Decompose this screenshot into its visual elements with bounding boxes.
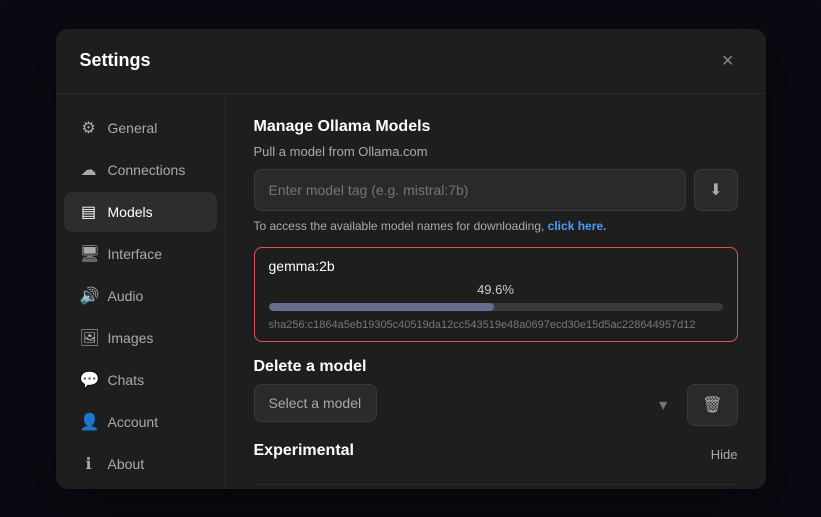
delete-title: Delete a model [254,358,738,376]
sidebar-label-account: Account [108,414,159,430]
main-content: Manage Ollama Models Pull a model from O… [226,94,766,489]
sidebar-label-audio: Audio [108,288,144,304]
download-icon: ⬇ [709,180,722,200]
sidebar-item-general[interactable]: ⚙ General [64,108,217,148]
sidebar-item-chats[interactable]: 💬 Chats [64,360,217,400]
modal-header: Settings × [56,29,766,94]
sidebar-item-interface[interactable]: 🖥 Interface [64,234,217,274]
section-divider [254,484,738,485]
delete-row: Select a model 🗑 [254,384,738,426]
download-button[interactable]: ⬇ [694,169,737,211]
click-here-link[interactable]: click here. [548,219,607,233]
sidebar-item-models[interactable]: ▤ Models [64,192,217,232]
progress-bar-background [269,303,723,311]
download-progress-box: gemma:2b 49.6% sha256:c1864a5eb19305c405… [254,247,738,342]
close-button[interactable]: × [714,47,742,75]
model-tag-row: ⬇ [254,169,738,211]
monitor-icon: 🖥 [80,244,98,264]
manage-title: Manage Ollama Models [254,118,738,136]
progress-bar-fill [269,303,494,311]
sidebar-item-about[interactable]: ℹ About [64,444,217,484]
settings-modal: Settings × ⚙ General ☁ Connections ▤ Mod… [56,29,766,489]
experimental-row: Experimental Hide [254,442,738,468]
progress-percent-label: 49.6% [269,282,723,297]
sidebar-label-models: Models [108,204,153,220]
image-icon: 🖼 [80,328,98,348]
gear-icon: ⚙ [80,118,98,138]
audio-icon: 🔊 [80,286,98,306]
model-tag-input[interactable] [254,169,687,211]
sidebar-label-general: General [108,120,158,136]
sidebar-label-about: About [108,456,145,472]
click-here-text: To access the available model names for … [254,219,738,233]
delete-model-button[interactable]: 🗑 [687,384,737,426]
sidebar-item-account[interactable]: 👤 Account [64,402,217,442]
sha-hash: sha256:c1864a5eb19305c40519da12cc543519e… [269,319,723,331]
modal-body: ⚙ General ☁ Connections ▤ Models 🖥 Inter… [56,94,766,489]
sidebar-label-images: Images [108,330,154,346]
modal-overlay: Settings × ⚙ General ☁ Connections ▤ Mod… [0,0,821,517]
modal-title: Settings [80,50,151,71]
sidebar: ⚙ General ☁ Connections ▤ Models 🖥 Inter… [56,94,226,489]
account-icon: 👤 [80,412,98,432]
database-icon: ▤ [80,202,98,222]
sidebar-item-audio[interactable]: 🔊 Audio [64,276,217,316]
trash-icon: 🗑 [702,397,722,414]
pull-title: Pull a model from Ollama.com [254,144,738,159]
experimental-label: Experimental [254,442,354,460]
hide-button[interactable]: Hide [711,447,738,462]
sidebar-label-chats: Chats [108,372,145,388]
chat-icon: 💬 [80,370,98,390]
sidebar-label-interface: Interface [108,246,162,262]
downloading-model-name: gemma:2b [269,258,723,274]
cloud-icon: ☁ [80,160,98,180]
sidebar-item-connections[interactable]: ☁ Connections [64,150,217,190]
model-select[interactable]: Select a model [254,384,377,422]
sidebar-item-images[interactable]: 🖼 Images [64,318,217,358]
sidebar-label-connections: Connections [108,162,186,178]
select-model-wrapper: Select a model [254,384,680,426]
info-icon: ℹ [80,454,98,474]
